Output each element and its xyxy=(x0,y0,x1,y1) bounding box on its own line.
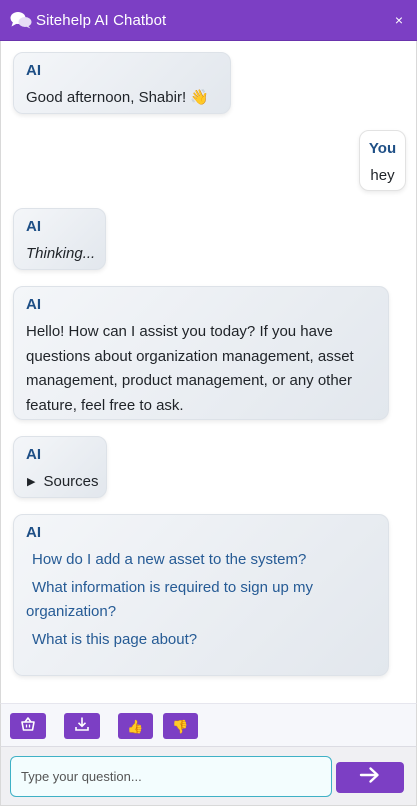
arrow-right-icon xyxy=(359,766,381,789)
sources-toggle[interactable]: ▶ Sources xyxy=(26,470,99,495)
sender-label: You xyxy=(368,140,397,157)
chat-header: Sitehelp AI Chatbot × xyxy=(0,0,417,41)
suggestion-link[interactable]: What information is required to sign up … xyxy=(26,576,376,624)
close-icon[interactable]: × xyxy=(391,10,407,30)
download-icon xyxy=(74,716,90,737)
sources-label: Sources xyxy=(43,473,99,490)
ai-message: AI ▶ Sources xyxy=(13,436,107,498)
suggestion-link[interactable]: What is this page about? xyxy=(26,628,376,652)
download-button[interactable] xyxy=(64,713,100,739)
question-input[interactable] xyxy=(10,756,332,797)
input-bar xyxy=(0,746,417,806)
ai-message: AI Good afternoon, Shabir! 👋 xyxy=(13,52,231,114)
message-text: Good afternoon, Shabir! 👋 xyxy=(26,89,209,106)
sender-label: AI xyxy=(26,296,41,313)
thumbs-down-button[interactable]: 👎 xyxy=(163,713,198,739)
basket-icon xyxy=(20,716,36,737)
clear-chat-button[interactable] xyxy=(10,713,46,739)
send-button[interactable] xyxy=(336,762,404,793)
suggestion-link[interactable]: How do I add a new asset to the system? xyxy=(26,548,376,572)
message-list: AI Good afternoon, Shabir! 👋 You hey AI … xyxy=(0,41,417,703)
sender-label: AI xyxy=(26,446,41,463)
ai-message: AI Thinking... xyxy=(13,208,106,270)
caret-right-icon: ▶ xyxy=(27,476,36,488)
user-message: You hey xyxy=(359,130,406,191)
chat-bubbles-icon xyxy=(10,11,32,29)
thumbs-up-button[interactable]: 👍 xyxy=(118,713,153,739)
action-toolbar: 👍 👎 xyxy=(0,703,417,746)
sender-label: AI xyxy=(26,62,41,79)
ai-message: AI Hello! How can I assist you today? If… xyxy=(13,286,389,420)
sender-label: AI xyxy=(26,218,41,235)
thinking-text: Thinking... xyxy=(26,245,96,262)
thumbs-up-icon: 👍 xyxy=(127,718,144,734)
sender-label: AI xyxy=(26,524,41,541)
thumbs-down-icon: 👎 xyxy=(172,718,189,734)
ai-message: AI How do I add a new asset to the syste… xyxy=(13,514,389,676)
message-text: hey xyxy=(370,167,395,184)
chat-title: Sitehelp AI Chatbot xyxy=(36,11,167,29)
message-text: Hello! How can I assist you today? If yo… xyxy=(26,323,354,414)
